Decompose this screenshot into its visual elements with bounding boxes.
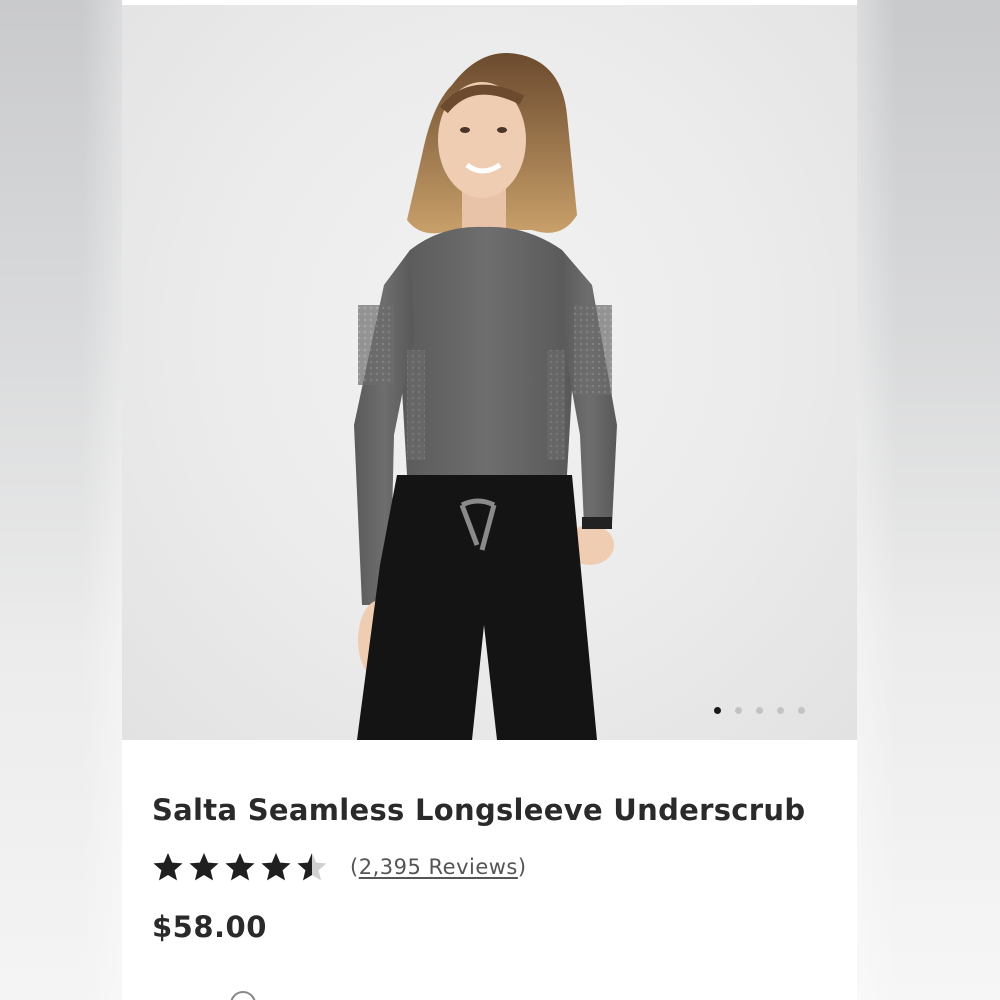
blurred-background-left — [0, 0, 122, 1000]
carousel-dot[interactable] — [735, 707, 742, 714]
star-full-icon — [261, 853, 291, 881]
product-image-gallery[interactable] — [122, 5, 857, 740]
rating-row: (2,395 Reviews) — [152, 851, 527, 883]
star-full-icon — [189, 853, 219, 881]
star-half-icon — [297, 853, 327, 881]
product-price: $58.00 — [152, 910, 267, 944]
product-screen: Salta Seamless Longsleeve Underscrub (2,… — [122, 0, 857, 1000]
carousel-dot[interactable] — [777, 707, 784, 714]
circle-icon[interactable] — [230, 991, 256, 1000]
carousel-dots[interactable] — [714, 707, 805, 714]
star-rating — [152, 851, 328, 883]
page: Salta Seamless Longsleeve Underscrub (2,… — [0, 0, 1000, 1000]
reviews-link[interactable]: (2,395 Reviews) — [350, 855, 527, 879]
carousel-dot[interactable] — [714, 707, 721, 714]
blurred-background-right — [857, 0, 1000, 1000]
product-title: Salta Seamless Longsleeve Underscrub — [152, 793, 806, 827]
product-photo — [354, 53, 617, 740]
carousel-dot[interactable] — [798, 707, 805, 714]
reviews-count-label: 2,395 Reviews — [358, 855, 518, 879]
star-full-icon — [225, 853, 255, 881]
star-full-icon — [153, 853, 183, 881]
carousel-dot[interactable] — [756, 707, 763, 714]
